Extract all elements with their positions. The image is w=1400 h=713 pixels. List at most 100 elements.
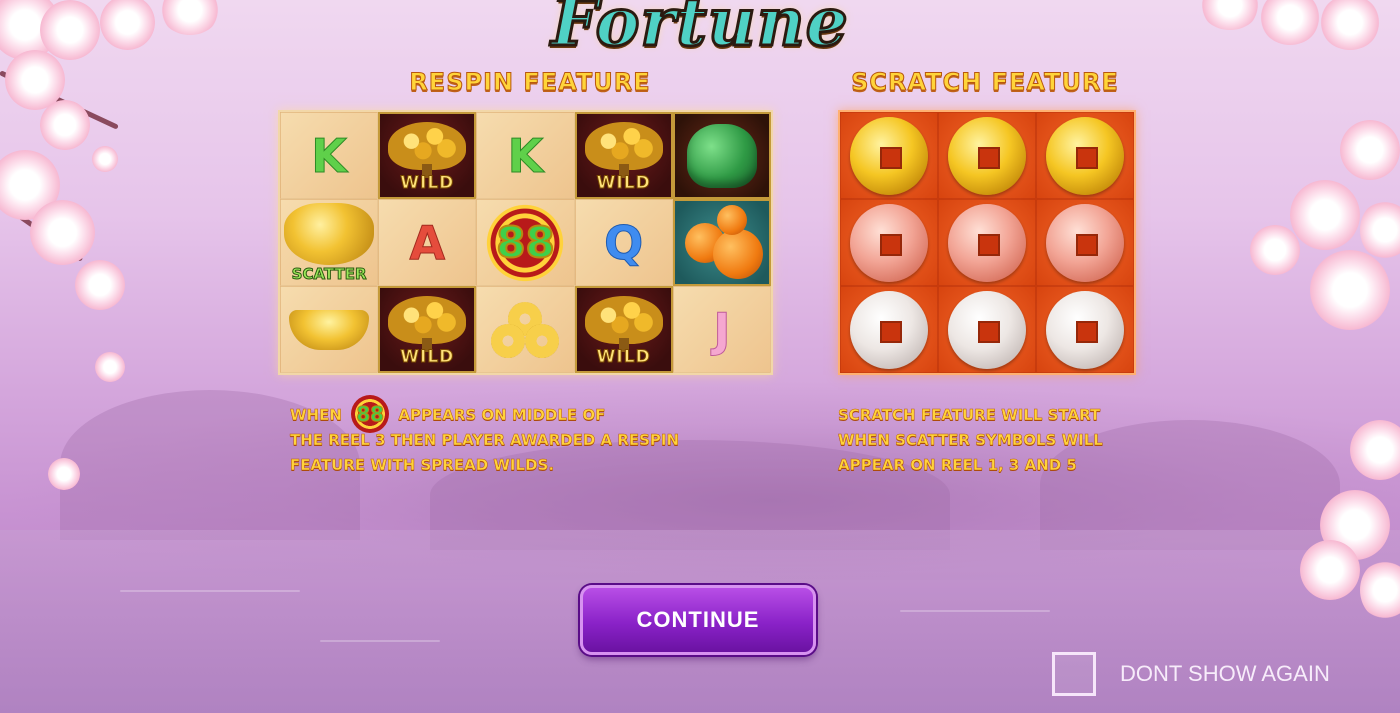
water-ripple: [120, 590, 300, 592]
money-tree-icon: [584, 296, 663, 344]
description-text: WHEN: [290, 406, 342, 425]
rose-gold-coin-icon: [1046, 203, 1124, 282]
scratch-description-line-3: APPEAR ON REEL 1, 3 AND 5: [838, 456, 1077, 475]
scratch-description-line-2: WHEN SCATTER SYMBOLS WILL: [838, 431, 1103, 450]
reel-symbol-wild: WILD: [574, 112, 673, 199]
symbol-letter: A: [409, 215, 446, 270]
wild-label: WILD: [400, 173, 455, 194]
reel-symbol-a: A: [378, 199, 477, 286]
reel-symbol-q: Q: [574, 199, 673, 286]
cherry-blossom: [1360, 200, 1400, 260]
scratch-cell: [840, 199, 938, 286]
gold-coin-icon: [1046, 116, 1124, 195]
reel-symbol-wild: WILD: [574, 286, 673, 373]
gold-pot-icon: [284, 202, 375, 265]
scratch-description: SCRATCH FEATURE WILL START WHEN SCATTER …: [838, 403, 1168, 478]
dont-show-again-label: DONT SHOW AGAIN: [1120, 661, 1330, 686]
coin-knot-icon: [485, 300, 565, 360]
reel-symbol-k: K: [476, 112, 575, 199]
continue-label: CONTINUE: [636, 607, 760, 632]
cherry-blossom: [1310, 250, 1390, 330]
reel-symbol-oranges: [672, 199, 771, 286]
money-tree-icon: [584, 122, 663, 170]
silver-coin-icon: [850, 290, 928, 369]
cherry-blossom: [75, 260, 125, 310]
reel-symbol-scatter: SCATTER: [280, 199, 379, 286]
scratch-cell: [1036, 286, 1134, 373]
symbol-letter: K: [507, 128, 544, 183]
respin-description-line-1: WHEN 88 APPEARS ON MIDDLE OF: [290, 394, 760, 433]
scratch-cell: [938, 286, 1036, 373]
cherry-blossom: [48, 458, 80, 490]
scratch-cell: [1036, 112, 1134, 199]
scratch-description-line-1: SCRATCH FEATURE WILL START: [838, 406, 1101, 425]
oranges-icon: [677, 204, 767, 281]
cherry-blossom: [1200, 0, 1260, 30]
cherry-blossom: [160, 0, 220, 35]
orange: [716, 204, 747, 235]
scratch-cell: [938, 199, 1036, 286]
cherry-blossom: [1300, 540, 1360, 600]
reel-symbol-j: J: [672, 286, 771, 373]
symbol-letter: Q: [604, 215, 644, 270]
cherry-blossom: [1250, 225, 1300, 275]
lucky-88-icon: 88: [351, 394, 390, 433]
cherry-blossom: [1320, 0, 1380, 50]
reel-symbol-coin-knot: [476, 286, 575, 373]
water-ripple: [320, 640, 440, 642]
rose-gold-coin-icon: [948, 203, 1026, 282]
scratch-feature-title: SCRATCH FEATURE: [851, 68, 1119, 97]
wild-label: WILD: [596, 347, 651, 368]
scratch-cell: [840, 286, 938, 373]
wild-label: WILD: [400, 347, 455, 368]
knot-coin: [491, 323, 526, 358]
reel-symbol-88: 88: [476, 199, 575, 286]
lucky-88-icon: 88: [479, 202, 572, 283]
logo-text: Fortune: [550, 0, 850, 63]
silver-coin-icon: [948, 290, 1026, 369]
money-tree-icon: [388, 296, 467, 344]
cherry-blossom: [100, 0, 155, 50]
reel-symbol-wild: WILD: [378, 286, 477, 373]
cherry-blossom: [40, 100, 90, 150]
respin-feature-title: RESPIN FEATURE: [409, 68, 651, 97]
cherry-blossom: [1290, 180, 1360, 250]
rose-gold-coin-icon: [850, 203, 928, 282]
reel-symbol-wild: WILD: [378, 112, 477, 199]
scratch-coin-grid: [838, 110, 1136, 375]
cherry-blossom: [95, 352, 125, 382]
gold-coin-icon: [850, 116, 928, 195]
scatter-label: SCATTER: [291, 265, 367, 284]
symbol-letter: K: [311, 128, 348, 183]
jade-lion-icon: [686, 123, 757, 188]
cherry-blossom: [1340, 120, 1400, 180]
reel-symbol-gold-ingot: [280, 286, 379, 373]
scratch-cell: [840, 112, 938, 199]
gold-coin-icon: [948, 116, 1026, 195]
orange: [712, 228, 763, 279]
respin-description: WHEN 88 APPEARS ON MIDDLE OF THE REEL 3 …: [290, 394, 760, 478]
water-ripple: [900, 610, 1050, 612]
scratch-cell: [938, 112, 1036, 199]
respin-description-line-2: THE REEL 3 THEN PLAYER AWARDED A RESPIN: [290, 431, 680, 450]
reel-symbol-k: K: [280, 112, 379, 199]
dont-show-again-checkbox[interactable]: [1052, 652, 1096, 696]
money-tree-icon: [388, 122, 467, 170]
wild-label: WILD: [596, 173, 651, 194]
respin-description-line-3: FEATURE WITH SPREAD WILDS.: [290, 456, 555, 475]
description-text: APPEARS ON MIDDLE OF: [398, 406, 606, 425]
game-logo: Fortune: [500, 0, 900, 63]
cherry-blossom: [92, 146, 118, 172]
cherry-blossom: [40, 0, 100, 60]
continue-button[interactable]: CONTINUE: [580, 585, 816, 655]
respin-reel-grid: K WILD K WILD SCATTER A 88 Q WILD WILD J: [278, 110, 773, 375]
symbol-letter: J: [713, 302, 731, 357]
silver-coin-icon: [1046, 290, 1124, 369]
scratch-cell: [1036, 199, 1134, 286]
reel-symbol-jade-lion: [672, 112, 771, 199]
knot-coin: [525, 323, 560, 358]
cherry-blossom: [30, 200, 95, 265]
cherry-blossom: [1260, 0, 1320, 45]
gold-ingot-icon: [289, 309, 370, 350]
dont-show-again-toggle[interactable]: DONT SHOW AGAIN: [1052, 652, 1330, 696]
